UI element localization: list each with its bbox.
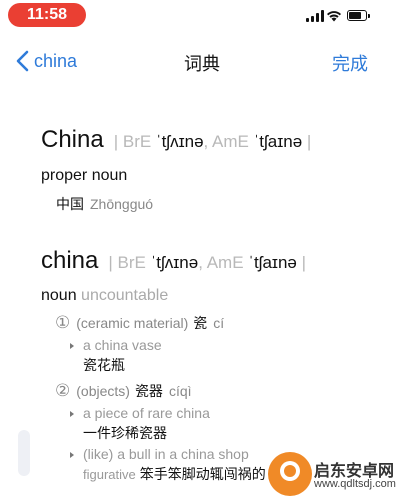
pronunciation: | BrE ˈtʃʌɪnə, AmE ˈtʃaɪnə | [108,253,306,272]
pos-sublabel: uncountable [81,287,169,304]
example-zh-line: figurative 笨手笨脚动辄闯祸的 [83,466,266,482]
bre-ipa: ˈtʃʌɪnə [150,253,199,272]
sense-pinyin: cíqì [168,383,192,399]
ame-ipa: ˈtʃaɪnə [248,253,297,272]
entry-header: china | BrE ˈtʃʌɪnə, AmE ˈtʃaɪnə | [41,247,306,275]
sense-number: ① [55,313,71,332]
sense-gloss: (objects) [76,383,130,399]
done-button[interactable]: 完成 [332,50,368,76]
sense-zh: 瓷器 [134,383,163,399]
sense-gloss: (ceramic material) [76,315,189,331]
translation-pinyin: Zhōngguó [90,196,154,212]
cellular-signal-icon [306,10,324,22]
pronunciation: | BrE ˈtʃʌɪnə, AmE ˈtʃaɪnə | [113,132,312,151]
ame-ipa: ˈtʃaɪnə [253,132,303,151]
headword: china [41,247,99,274]
example-zh: 一件珍稀瓷器 [83,425,167,441]
headword: China [41,126,104,153]
sense-item: ① (ceramic material) 瓷 cí [55,313,224,333]
bullet-triangle-icon [70,411,74,417]
translation-zh: 中国 [56,196,84,212]
bre-ipa: ˈtʃʌɪnə [155,132,204,151]
battery-icon [347,10,370,21]
bullet-triangle-icon [70,452,74,458]
part-of-speech: noun uncountable [41,287,169,304]
example-zh: 瓷花瓶 [83,357,125,373]
example-en: a piece of rare china [83,405,210,421]
sense-pinyin: cí [213,315,225,331]
wifi-icon [327,11,341,22]
translation: 中国 Zhōngguó [56,194,153,214]
watermark-url: www.qdltsdj.com [314,478,396,490]
status-time: 11:58 [8,3,86,27]
example-en: a china vase [83,337,162,353]
watermark-logo-icon [268,452,312,496]
edge-handle [18,430,30,476]
sense-zh: 瓷 [193,315,208,331]
example-en: (like) a bull in a china shop [83,446,249,462]
sense-item: ② (objects) 瓷器 cíqì [55,381,192,401]
register-label: figurative [83,467,136,482]
status-bar: 11:58 [0,0,404,34]
navigation-bar: china 词典 完成 [0,40,404,80]
bullet-triangle-icon [70,343,74,349]
sense-number: ② [55,381,71,400]
entry-header: China | BrE ˈtʃʌɪnə, AmE ˈtʃaɪnə | [41,126,311,154]
part-of-speech: proper noun [41,167,128,184]
